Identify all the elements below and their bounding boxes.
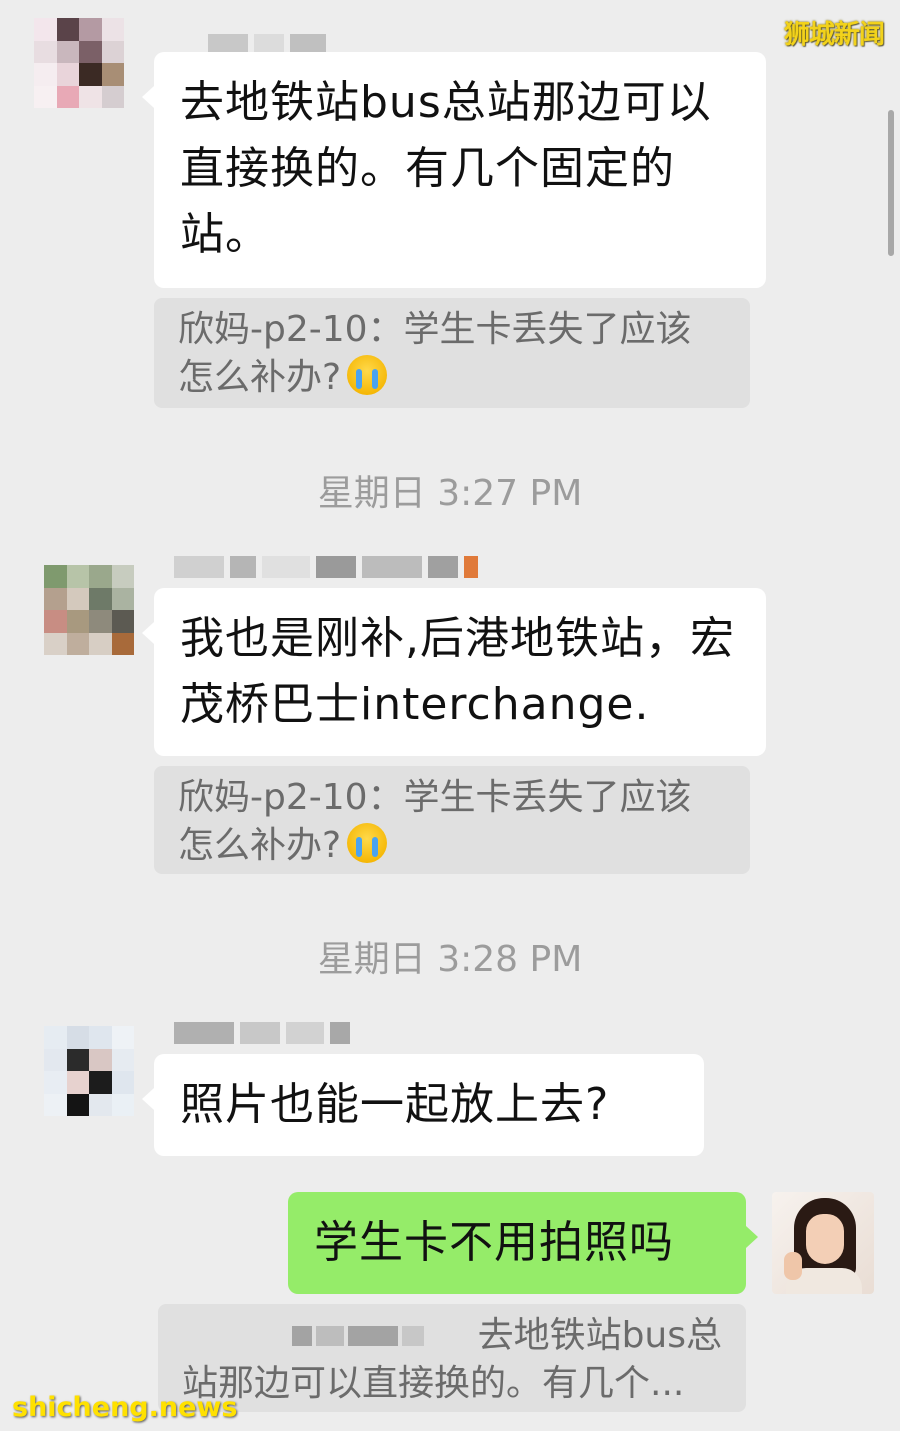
quote-text-line2: 站那边可以直接换的。有几个... [182,1363,685,1404]
quoted-message[interactable]: 欣妈-p2-10：学生卡丢失了应该怎么补办? [154,766,750,874]
message-bubble[interactable]: 我也是刚补,后港地铁站，宏茂桥巴士interchange. [142,588,766,756]
quote-text: 欣妈-p2-10：学生卡丢失了应该怎么补办? [178,309,692,398]
quote-text: 欣妈-p2-10：学生卡丢失了应该怎么补办? [178,777,692,866]
message-text: 照片也能一起放上去? [180,1079,610,1130]
message-text: 去地铁站bus总站那边可以直接换的。有几个固定的站。 [180,77,712,260]
avatar[interactable] [44,565,134,655]
quote-text-line1: 去地铁站bus总 [477,1315,722,1356]
crying-emoji-icon [347,355,388,395]
timestamp: 星期日 3:28 PM [317,939,583,980]
avatar[interactable] [34,18,124,108]
message-bubble[interactable]: 照片也能一起放上去? [142,1054,704,1156]
outgoing-message-bubble[interactable]: 学生卡不用拍照吗 [288,1192,758,1294]
quoted-message[interactable]: 去地铁站bus总 站那边可以直接换的。有几个... [158,1304,746,1412]
crying-emoji-icon [347,823,388,863]
sender-name-blurred [174,552,478,582]
message-text: 我也是刚补,后港地铁站，宏茂桥巴士interchange. [180,613,735,730]
quoted-sender-blurred [291,1326,424,1346]
quoted-message[interactable]: 欣妈-p2-10：学生卡丢失了应该怎么补办? [154,298,750,408]
watermark-url: shicheng.news [12,1392,238,1423]
timestamp: 星期日 3:27 PM [317,473,583,514]
scrollbar[interactable] [888,110,894,256]
self-avatar[interactable] [772,1192,874,1294]
avatar[interactable] [44,1026,134,1116]
watermark-logo: 狮城新闻 [783,20,885,50]
message-text: 学生卡不用拍照吗 [314,1217,674,1268]
message-bubble[interactable]: 去地铁站bus总站那边可以直接换的。有几个固定的站。 [142,52,766,288]
sender-name-blurred [174,1018,350,1048]
